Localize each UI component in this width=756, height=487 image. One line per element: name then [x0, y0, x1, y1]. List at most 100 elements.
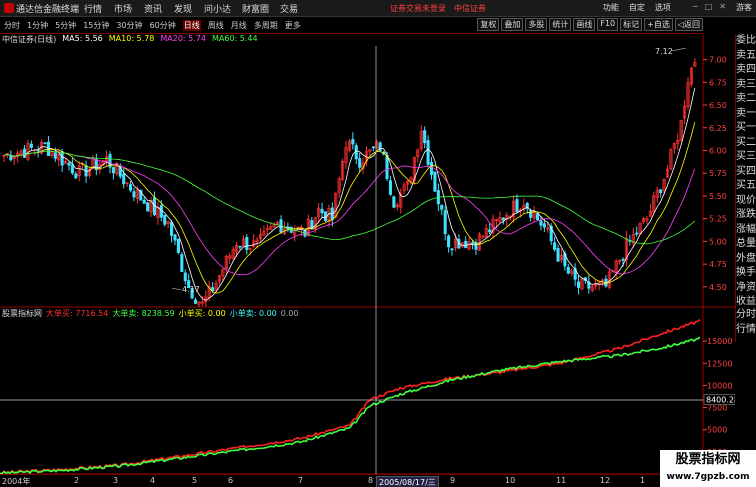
candle-body — [53, 152, 57, 159]
candle-body — [566, 266, 570, 274]
date-axis: 2004年 2 3 4 5 6 7 8 9 10 11 12 1 2005/08… — [0, 474, 703, 487]
menu-function[interactable]: 功能 — [603, 2, 619, 13]
panel-item-volume[interactable]: 总量 — [736, 237, 756, 252]
candle-body — [46, 141, 51, 156]
panel-item-sell5[interactable]: 卖五 — [736, 49, 756, 64]
panel-item-buy3[interactable]: 买三 — [736, 150, 756, 165]
indicator-tick-label: 15000 — [707, 337, 732, 346]
panel-item-change-pct[interactable]: 涨幅 — [736, 223, 756, 238]
indicator-tick-label: 10000 — [707, 381, 732, 390]
panel-item-sell4[interactable]: 卖四 — [736, 63, 756, 78]
tab-daily[interactable]: 日线 — [182, 19, 201, 31]
candle-body — [447, 235, 451, 248]
big-sell-label: 大单卖: 8238.59 — [112, 308, 175, 318]
tab-15min[interactable]: 15分钟 — [83, 20, 109, 31]
panel-item-buy2[interactable]: 买二 — [736, 136, 756, 151]
panel-item-commission-ratio[interactable]: 委比 — [736, 34, 756, 49]
main-menu: 行情 市场 资讯 发现 问小达 财富圈 交易 — [84, 2, 310, 15]
menu-options[interactable]: 选项 — [655, 2, 671, 13]
back-button[interactable]: ◁返回 — [674, 18, 703, 31]
maximize-icon[interactable]: □ — [705, 2, 713, 13]
panel-tabs: 分时 行情 — [735, 307, 756, 342]
guest-user[interactable]: 游客 — [736, 2, 752, 13]
tab-weekly[interactable]: 周线 — [208, 20, 224, 31]
broker-name[interactable]: 中信证券 — [454, 3, 486, 14]
tab-30min[interactable]: 30分钟 — [116, 20, 142, 31]
tab-monthly[interactable]: 月线 — [231, 20, 247, 31]
indicator-tick-label: 7500 — [707, 404, 727, 413]
candle-body — [176, 238, 180, 253]
candle-body — [132, 191, 136, 198]
menu-custom[interactable]: 自定 — [629, 2, 645, 13]
menu-market[interactable]: 市场 — [114, 2, 144, 15]
panel-item-turnover[interactable]: 换手 — [736, 266, 756, 281]
panel-tab-quotes[interactable]: 行情 — [736, 322, 756, 337]
candle-body — [43, 142, 47, 145]
candle-body — [146, 202, 150, 212]
close-icon[interactable]: ✕ — [719, 2, 726, 13]
chart-canvas[interactable]: 7.00 6.75 6.50 6.25 6.00 5.75 5.50 5.25 5.00 4.75… — [0, 34, 735, 487]
menu-news[interactable]: 资讯 — [144, 2, 174, 15]
adjust-button[interactable]: 复权 — [477, 18, 500, 31]
candle-body — [183, 272, 187, 282]
minimize-icon[interactable]: ─ — [693, 2, 698, 13]
panel-item-sell1[interactable]: 卖一 — [736, 107, 756, 122]
ma20-line — [3, 150, 696, 276]
panel-item-price[interactable]: 现价 — [736, 194, 756, 209]
panel-item-sell2[interactable]: 卖二 — [736, 92, 756, 107]
candle-body — [170, 221, 174, 236]
tab-1min[interactable]: 1分钟 — [27, 20, 48, 31]
menu-quotes[interactable]: 行情 — [84, 2, 114, 15]
mark-button[interactable]: 标记 — [620, 18, 643, 31]
tab-multi-period[interactable]: 多周期 — [254, 20, 278, 31]
site-watermark: 股票指标网 www.7gpzb.com — [660, 450, 756, 487]
small-sell-label: 小单卖: 0.00 — [229, 308, 277, 318]
stats-button[interactable]: 统计 — [549, 18, 572, 31]
multi-stock-button[interactable]: 多股 — [525, 18, 548, 31]
panel-tab-timeshare[interactable]: 分时 — [736, 307, 756, 322]
candle-body — [423, 130, 427, 144]
panel-item-buy1[interactable]: 买一 — [736, 121, 756, 136]
panel-item-outer-volume[interactable]: 外盘 — [736, 252, 756, 267]
f10-button[interactable]: F10 — [597, 18, 619, 31]
panel-item-buy5[interactable]: 买五 — [736, 179, 756, 194]
candle-body — [470, 242, 475, 245]
candle-body — [211, 287, 215, 292]
watermark-title: 股票指标网 — [675, 452, 741, 467]
app-name: 通达信金融终端 — [16, 4, 80, 15]
candle-body — [464, 240, 468, 249]
menu-trade[interactable]: 交易 — [280, 2, 310, 15]
panel-item-net-assets[interactable]: 净资 — [736, 281, 756, 296]
app-title: 通达信金融终端 — [0, 2, 84, 15]
candle-body — [358, 158, 362, 168]
candle-body — [429, 162, 434, 175]
candle-body — [354, 145, 358, 160]
candle-body — [443, 210, 447, 235]
add-watchlist-button[interactable]: +自选 — [644, 18, 673, 31]
panel-item-change[interactable]: 涨跌 — [736, 208, 756, 223]
candle-body — [542, 223, 546, 228]
overlay-button[interactable]: 叠加 — [501, 18, 524, 31]
candle-body — [539, 220, 543, 226]
date-label: 2 — [74, 476, 80, 485]
login-notice[interactable]: 证券交易未登录 — [390, 3, 446, 14]
menu-ask[interactable]: 问小达 — [204, 2, 242, 15]
candle-body — [245, 237, 249, 251]
tab-60min[interactable]: 60分钟 — [150, 20, 176, 31]
candle-body — [556, 248, 560, 262]
indicator-tick-label: 12500 — [707, 359, 732, 368]
tab-timeshare[interactable]: 分时 — [4, 20, 20, 31]
panel-item-buy4[interactable]: 买四 — [736, 165, 756, 180]
watermark-url: www.7gpzb.com — [666, 472, 750, 482]
date-label: 6 — [228, 476, 234, 485]
candle-body — [111, 167, 115, 174]
panel-item-sell3[interactable]: 卖三 — [736, 78, 756, 93]
tab-more[interactable]: 更多 — [285, 20, 301, 31]
tab-5min[interactable]: 5分钟 — [55, 20, 76, 31]
indicator-name: 股票指标网 — [2, 308, 42, 318]
draw-button[interactable]: 画线 — [573, 18, 596, 31]
indicator-tick-label: 5000 — [707, 426, 727, 435]
candle-body — [180, 254, 184, 272]
menu-discover[interactable]: 发现 — [174, 2, 204, 15]
menu-wealth[interactable]: 财富圈 — [242, 2, 280, 15]
